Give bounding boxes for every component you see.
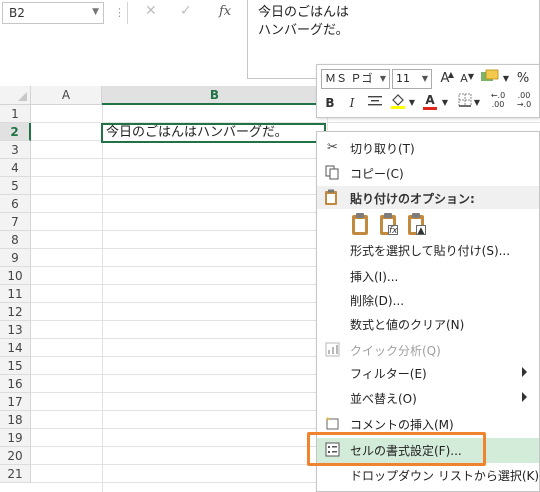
submenu-arrow-icon [522,367,527,377]
new-comment-icon [324,416,341,432]
paste-options-header: 貼り付けのオプション: [317,186,539,209]
row-header-8[interactable]: 8 [0,231,31,249]
cancel-icon[interactable]: ✕ [145,3,157,19]
row-header-17[interactable]: 17 [0,393,31,411]
menu-item-sort[interactable]: 並べ替え(O) [317,386,539,410]
scissors-icon: ✂ [327,140,338,155]
menu-item-cut[interactable]: ✂ 切り取り(T) [317,136,539,160]
menu-item-clear-contents[interactable]: 数式と値のクリア(N) [317,312,539,336]
row-header-3[interactable]: 3 [0,141,31,159]
clipboard-icon [324,189,339,210]
row-header-20[interactable]: 20 [0,447,31,465]
caret-down-icon: ▼ [467,72,475,81]
chevron-down-icon[interactable]: ▼ [441,93,449,113]
font-name-value: ＭＳ Ｐゴ [325,72,373,85]
menu-item-label: 数式と値のクリア(N) [350,318,465,332]
row-header-21[interactable]: 21 [0,465,31,483]
row-header-10[interactable]: 10 [0,267,31,285]
increase-decimal-button[interactable]: ←.0 .00 [487,91,509,111]
paste-option-picture-icon[interactable]: ▲ [406,212,428,238]
menu-item-label: 並べ替え(O) [350,392,417,406]
row-header-16[interactable]: 16 [0,375,31,393]
paste-option-paste-icon[interactable] [350,212,372,238]
chevron-down-icon[interactable]: ▼ [380,70,386,88]
menu-item-copy[interactable]: コピー(C) [317,161,539,185]
caret-up-icon: ▲ [447,70,455,79]
accounting-format-icon[interactable] [479,69,501,89]
row-header-9[interactable]: 9 [0,249,31,267]
chevron-down-icon[interactable]: ▼ [92,7,99,17]
menu-item-pick-from-dropdown[interactable]: ドロップダウン リストから選択(K)... [317,463,540,487]
chevron-down-icon[interactable]: ▼ [422,70,428,88]
menu-item-label: 削除(D)... [350,294,405,308]
enter-icon[interactable]: ✓ [180,3,192,19]
menu-item-delete[interactable]: 削除(D)... [317,288,539,312]
font-size-value: 11 [396,72,410,85]
column-header-b[interactable]: B [102,86,328,105]
font-color-button[interactable]: A [423,92,437,110]
name-box[interactable]: B2 ▼ [2,2,104,24]
row-header-11[interactable]: 11 [0,285,31,303]
row-header-1[interactable]: 1 [0,105,31,123]
italic-button[interactable]: I [345,93,359,113]
font-name-select[interactable]: ＭＳ Ｐゴ ▼ [321,69,390,89]
menu-item-label: コピー(C) [350,167,404,181]
row-header-7[interactable]: 7 [0,213,31,231]
name-box-value: B2 [9,6,25,20]
formula-line-2: ハンバーグだ。 [258,23,349,38]
percent-style-button[interactable]: % [514,69,532,89]
menu-item-label: コメントの挿入(M) [350,418,454,432]
menu-item-label: ドロップダウン リストから選択(K)... [350,469,540,483]
borders-icon[interactable] [457,93,473,113]
fill-color-icon[interactable] [389,93,407,113]
row-header-19[interactable]: 19 [0,429,31,447]
bold-button[interactable]: B [323,93,337,113]
gridline [102,105,103,492]
row-header-15[interactable]: 15 [0,357,31,375]
font-size-select[interactable]: 11 ▼ [392,69,432,89]
paste-option-formulas-icon[interactable]: fx [378,212,400,238]
row-header-6[interactable]: 6 [0,195,31,213]
menu-item-label: 挿入(I)... [350,270,399,284]
quick-analysis-icon [324,342,341,358]
select-all-button[interactable] [0,86,31,105]
formula-line-1: 今日のごはんは [258,5,350,20]
menu-item-paste-special[interactable]: 形式を選択して貼り付け(S)... [317,238,539,262]
copy-icon [324,165,341,181]
insert-function-button[interactable]: fx [219,4,231,19]
row-header-13[interactable]: 13 [0,321,31,339]
align-center-icon[interactable] [367,93,383,113]
row-header-14[interactable]: 14 [0,339,31,357]
row-header-2[interactable]: 2 [0,123,31,141]
menu-item-quick-analysis[interactable]: クイック分析(Q) [317,338,539,362]
submenu-arrow-icon [522,392,527,402]
row-header-5[interactable]: 5 [0,177,31,195]
row-header-12[interactable]: 12 [0,303,31,321]
chevron-down-icon[interactable]: ▼ [473,93,481,113]
menu-item-label: 切り取り(T) [350,142,415,156]
cell-b2[interactable]: 今日のごはんはハンバーグだ。 [101,123,326,143]
row-header-18[interactable]: 18 [0,411,31,429]
decrease-decimal-button[interactable]: .00 →.0 [513,91,535,111]
chevron-down-icon[interactable]: ▼ [502,69,510,89]
menu-item-label: クイック分析(Q) [350,344,441,358]
menu-item-insert[interactable]: 挿入(I)... [317,264,539,288]
paste-options-label: 貼り付けのオプション: [350,192,475,206]
formula-bar-divider [127,2,128,24]
drag-handle-icon[interactable]: ⋮ [114,6,125,19]
menu-item-label: フィルター(E) [350,367,427,381]
column-header-a[interactable]: A [31,86,102,105]
row-header-4[interactable]: 4 [0,159,31,177]
mini-toolbar: ＭＳ Ｐゴ ▼ 11 ▼ A ▲ A ▼ ▼ % B I ▼ A ▼ ▼ ←.0… [316,64,540,118]
annotation-highlight-box [307,432,486,466]
menu-item-filter[interactable]: フィルター(E) [317,361,539,385]
menu-item-label: 形式を選択して貼り付け(S)... [350,244,511,258]
chevron-down-icon[interactable]: ▼ [408,93,416,113]
